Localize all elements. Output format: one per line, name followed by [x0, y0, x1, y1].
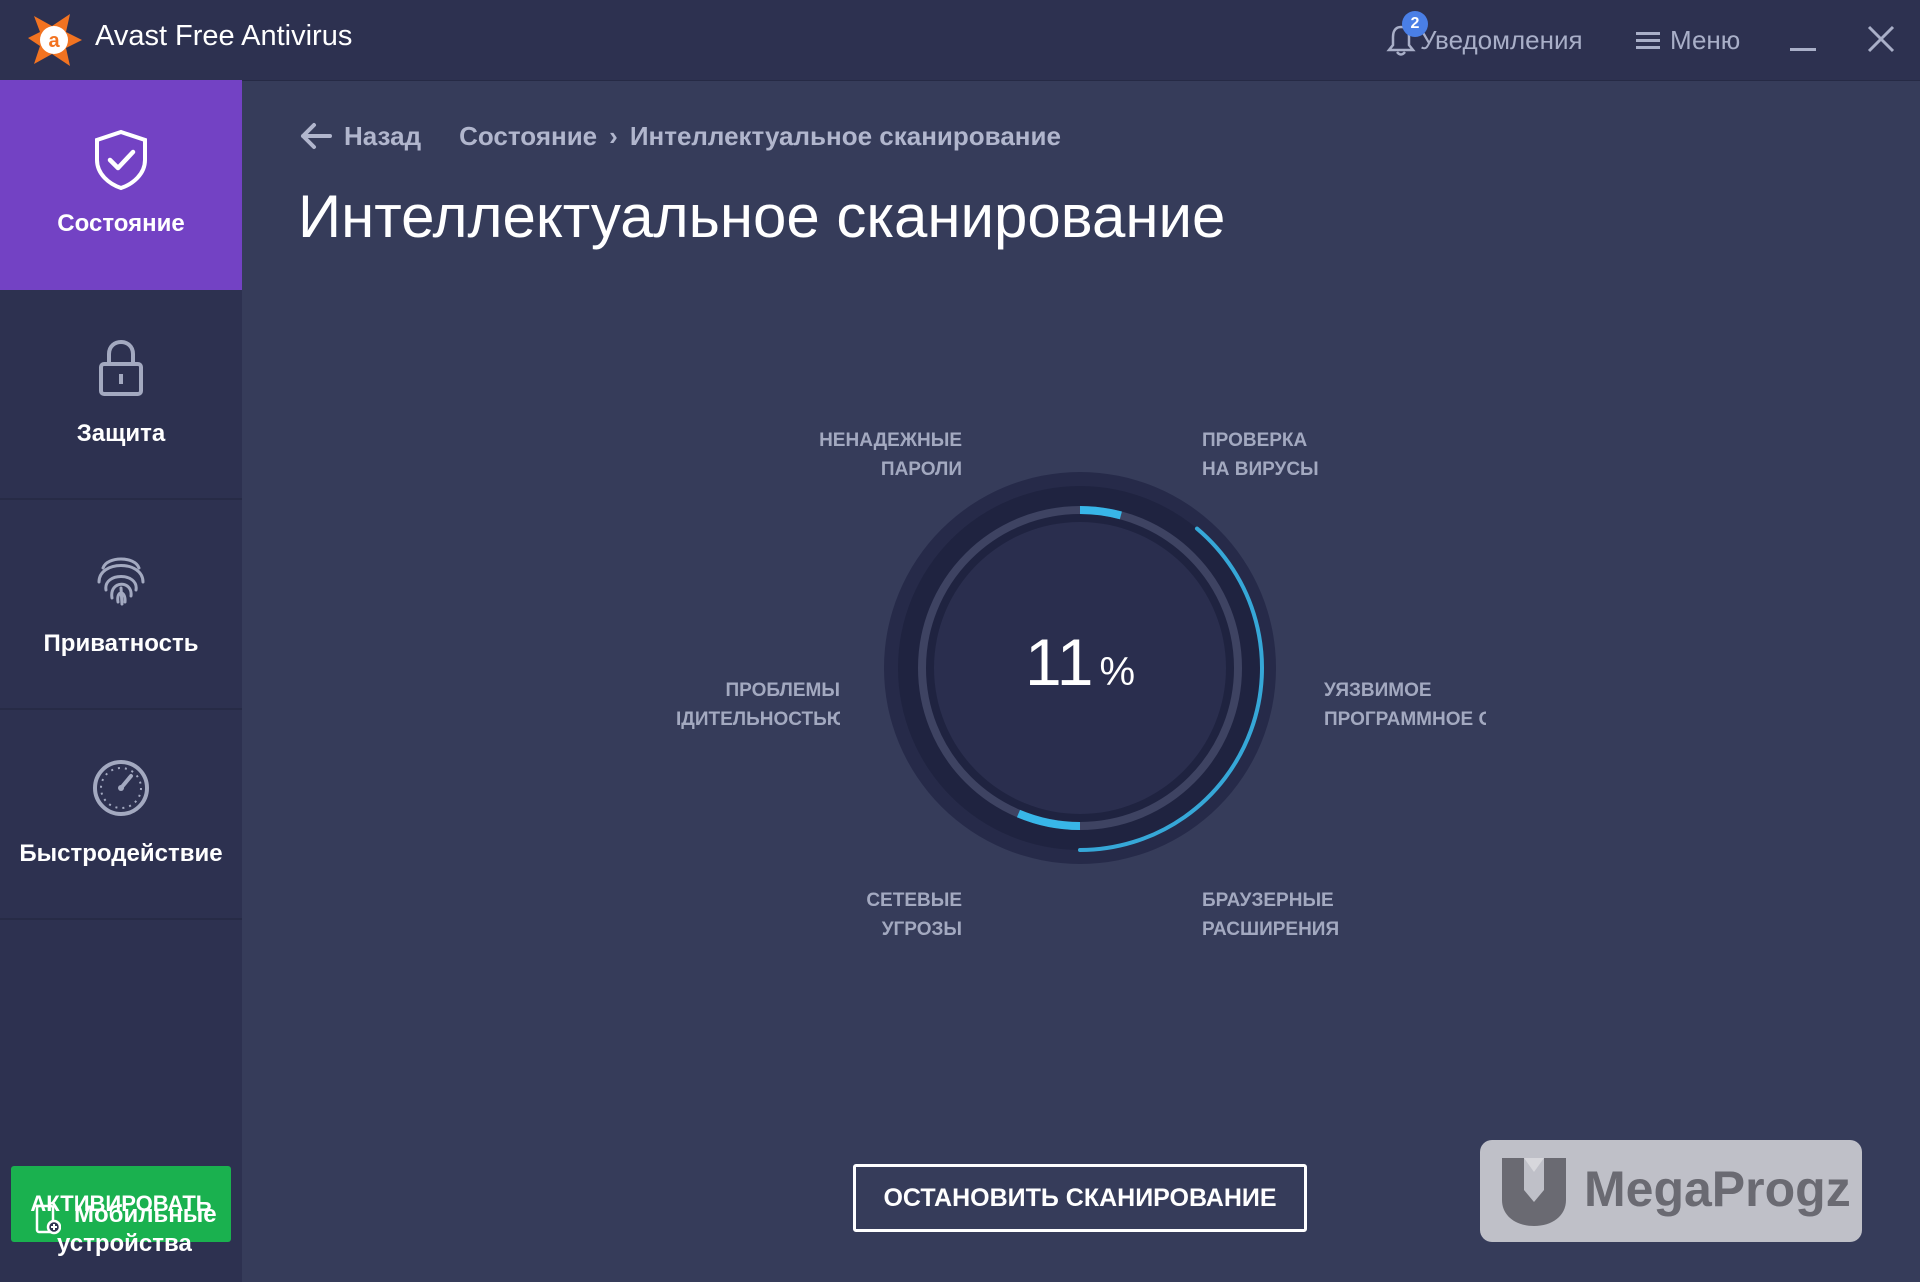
category-line: БРАУЗЕРНЫЕ: [1202, 890, 1334, 911]
title-bar: a Avast Free Antivirus 2 Уведомления Мен…: [0, 0, 1920, 81]
progress-percent-sign: %: [1099, 650, 1136, 694]
category-line: РАСШИРЕНИЯ: [1202, 919, 1340, 940]
bell-icon: 2: [1386, 11, 1428, 57]
category-line: ІДИТЕЛЬНОСТЬЮ: [676, 709, 840, 730]
category-browser-extensions: БРАУЗЕРНЫЕ РАСШИРЕНИЯ: [1202, 886, 1339, 944]
app-title: Avast Free Antivirus: [95, 20, 353, 52]
megaprogz-logo-icon: [1502, 1158, 1566, 1226]
sidebar-item-label: Быстродействие: [19, 840, 223, 867]
watermark-text: MegaProgz: [1584, 1161, 1851, 1217]
breadcrumb-current: Интеллектуальное сканирование: [629, 120, 1061, 151]
fingerprint-icon: [97, 557, 145, 606]
category-line: ПРОВЕРКА: [1202, 430, 1308, 451]
mobile-devices-label-line2: устройства: [57, 1230, 192, 1257]
category-line: ПРОГРАММНОЕ О: [1324, 709, 1486, 730]
category-line: НЕНАДЕЖНЫЕ: [819, 430, 962, 451]
sidebar-item-label: Защита: [76, 420, 166, 447]
category-line: СЕТЕВЫЕ: [866, 890, 962, 911]
category-vulnerable-software: УЯЗВИМОЕ ПРОГРАММНОЕ О: [1324, 676, 1486, 734]
category-line: ПАРОЛИ: [880, 459, 962, 480]
notifications-label: Уведомления: [1420, 24, 1583, 55]
sidebar-item-label: Состояние: [57, 210, 185, 237]
page-title: Интеллектуальное сканирование: [298, 183, 1226, 250]
sidebar-item-performance[interactable]: Быстродействие: [0, 710, 242, 920]
menu-button[interactable]: Меню: [1636, 22, 1740, 58]
sidebar: Состояние Защита Приватность Быстродейст…: [0, 80, 242, 1282]
avast-logo-icon: a: [28, 14, 82, 66]
breadcrumb: Назад Состояние › Интеллектуальное скани…: [300, 118, 1061, 154]
svg-text:a: a: [48, 30, 60, 52]
category-weak-passwords: НЕНАДЕЖНЫЕ ПАРОЛИ: [780, 426, 962, 484]
minimize-button[interactable]: [1790, 48, 1816, 51]
notifications-badge: 2: [1402, 11, 1428, 37]
back-button[interactable]: Назад: [300, 121, 421, 152]
progress-number: 11: [1024, 625, 1094, 699]
sidebar-item-label: Приватность: [43, 630, 199, 657]
mobile-devices-label-line1: Мобильные: [74, 1201, 217, 1228]
sidebar-item-protection[interactable]: Защита: [0, 290, 242, 500]
notifications-button[interactable]: 2 Уведомления: [1386, 11, 1583, 58]
sidebar-item-privacy[interactable]: Приватность: [0, 500, 242, 710]
shield-check-icon: [95, 129, 147, 191]
category-line: УГРОЗЫ: [881, 919, 962, 940]
stop-scan-button[interactable]: ОСТАНОВИТЬ СКАНИРОВАНИЕ: [853, 1164, 1307, 1232]
sidebar-item-status[interactable]: Состояние: [0, 80, 242, 290]
category-line: УЯЗВИМОЕ: [1324, 680, 1432, 701]
menu-label: Меню: [1670, 24, 1741, 55]
category-virus-check: ПРОВЕРКА НА ВИРУСЫ: [1202, 426, 1319, 484]
category-line: ПРОБЛЕМЫ: [725, 680, 840, 701]
scan-progress-value: 11%: [980, 624, 1180, 700]
breadcrumb-parent[interactable]: Состояние: [459, 121, 597, 152]
breadcrumb-separator: ›: [609, 120, 618, 151]
hamburger-icon: [1636, 28, 1660, 53]
lock-icon: [99, 339, 143, 396]
category-performance-issues: ПРОБЛЕМЫ ІДИТЕЛЬНОСТЬЮ: [676, 676, 840, 734]
back-label: Назад: [344, 120, 422, 151]
arrow-left-icon: [301, 123, 332, 149]
speedometer-icon: [93, 760, 149, 816]
watermark: MegaProgz: [1480, 1140, 1862, 1242]
category-line: НА ВИРУСЫ: [1202, 459, 1319, 480]
close-icon[interactable]: [1864, 22, 1898, 56]
category-network-threats: СЕТЕВЫЕ УГРОЗЫ: [800, 886, 962, 944]
